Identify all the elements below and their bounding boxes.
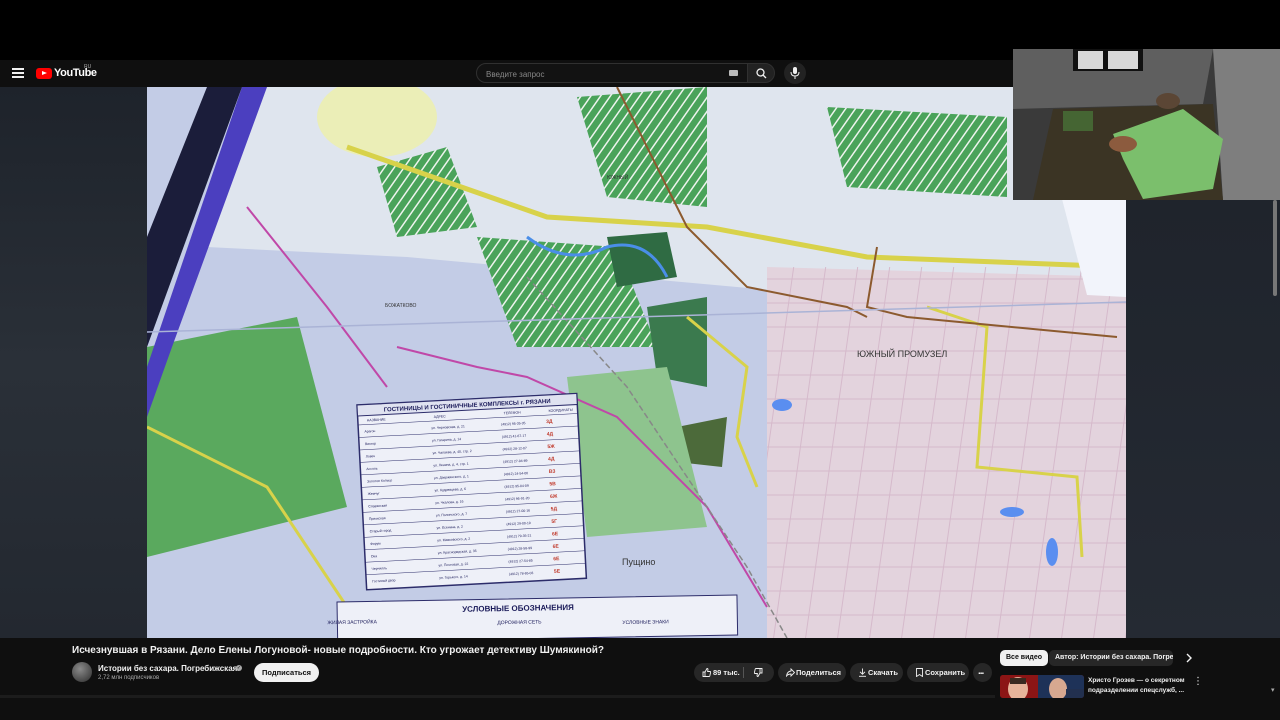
video-title: Исчезнувшая в Рязани. Дело Елены Логунов… (72, 645, 604, 656)
chip-all-videos[interactable]: Все видео (1000, 650, 1049, 666)
hotel-table-cell: 5Г (551, 519, 557, 525)
dislike-button[interactable] (744, 663, 774, 682)
logo-region: RU (84, 64, 92, 70)
hotel-table-cell: 4Д (547, 431, 554, 437)
keyboard-icon[interactable] (729, 70, 738, 76)
map-label-yuzhny: ЮЖНЫЙ (607, 173, 629, 181)
search-button[interactable] (747, 63, 775, 83)
thumbs-up-icon (702, 668, 711, 677)
chip-author[interactable]: Автор: Истории без сахара. Погребижская. (1049, 650, 1173, 666)
youtube-play-icon (36, 67, 52, 79)
search-box (476, 63, 748, 84)
voice-search-button[interactable] (784, 62, 806, 84)
hotel-table-cell: Ассоль (366, 466, 378, 471)
search-icon (756, 68, 767, 79)
chevron-right-icon[interactable] (1183, 652, 1195, 664)
channel-name[interactable]: Истории без сахара. Погребижская. (98, 664, 240, 673)
hotel-table-cell: 4Д (548, 456, 555, 462)
save-playlist-icon (916, 668, 923, 677)
download-button[interactable]: Скачать (850, 663, 903, 682)
legend-b: ДОРОЖНАЯ СЕТЬ (497, 619, 542, 626)
thumbs-down-icon (754, 668, 763, 677)
hotel-table-cell: 6Е (552, 531, 559, 537)
hotel-table-header: АДРЕС (434, 414, 447, 419)
hotel-table-cell: 6Е (553, 556, 560, 562)
download-icon (859, 668, 866, 677)
recommendation-title[interactable]: Христо Грозев — о секретном подразделени… (1088, 676, 1190, 696)
recommendation-title-line2: подразделении спецслужб, ... (1088, 687, 1185, 694)
subscribe-button[interactable]: Подписаться (254, 663, 320, 682)
share-icon (786, 668, 795, 677)
hotel-table-cell: Ока (371, 554, 377, 558)
hotel-table-cell: 6Ж (550, 494, 558, 500)
recommendation-title-line1: Христо Грозев — о секретном (1088, 677, 1185, 684)
resize-handle-icon: ▾ (1271, 687, 1275, 694)
left-background (0, 87, 147, 638)
map-label-south-industrial: ЮЖНЫЙ ПРОМУЗЕЛ (857, 348, 947, 359)
hotel-table-cell: 3Д (546, 419, 553, 425)
video-player[interactable]: ГОСТИНИЦЫ И ГОСТИНИЧНЫЕ КОМПЛЕКСЫ г. РЯЗ… (147, 87, 1126, 638)
verified-icon: ✓ (236, 665, 242, 671)
map-label-pushchino: Пущино (622, 557, 655, 567)
menu-icon[interactable] (12, 68, 24, 78)
hotel-table-cell: 5Д (551, 506, 558, 512)
page-scrollbar[interactable] (1273, 200, 1277, 296)
share-button[interactable]: Поделиться (778, 663, 846, 682)
progress-track[interactable] (0, 695, 995, 698)
hotel-table-cell: 5Ж (547, 444, 555, 450)
video-info-bar: Исчезнувшая в Рязани. Дело Елены Логунов… (0, 638, 1280, 720)
map-image: ГОСТИНИЦЫ И ГОСТИНИЧНЫЕ КОМПЛЕКСЫ г. РЯЗ… (147, 87, 1126, 638)
save-label: Сохранить (925, 668, 966, 677)
hotel-table-cell: Арагон (364, 429, 375, 434)
hotel-table-cell: Вектор (365, 442, 376, 447)
kebab-menu-icon[interactable]: ⋮ (1193, 676, 1203, 688)
search-input[interactable] (477, 65, 717, 84)
more-icon: ... (978, 666, 984, 677)
save-button[interactable]: Сохранить (907, 663, 969, 682)
recommendation-thumbnail[interactable] (1000, 675, 1084, 698)
subscriber-count: 2,72 млн подписчиков (98, 675, 160, 681)
hotel-table: ГОСТИНИЦЫ И ГОСТИНИЧНЫЕ КОМПЛЕКСЫ г. РЯЗ… (356, 392, 588, 591)
like-button[interactable]: 89 тыс. (694, 663, 742, 682)
share-label: Поделиться (796, 668, 842, 677)
right-background (1126, 200, 1280, 638)
microphone-icon (790, 67, 800, 79)
hotel-table-cell: Ловеч (366, 454, 376, 458)
legend-c: УСЛОВНЫЕ ЗНАКИ (622, 619, 669, 626)
hotel-table-cell: Черчилль (371, 566, 387, 571)
thumbnail-image (1000, 675, 1084, 698)
hotel-table-cell: 6Е (553, 544, 560, 550)
hotel-table-cell: Жемчуг (368, 491, 381, 496)
hotel-table-cell: 5Е (554, 569, 561, 575)
like-dislike-group: 89 тыс. (694, 663, 774, 682)
more-actions-button[interactable]: ... (973, 663, 992, 682)
channel-avatar[interactable] (72, 662, 92, 682)
legend-box: УСЛОВНЫЕ ОБОЗНАЧЕНИЯ ЖИЛАЯ ЗАСТРОЙКА ДОР… (327, 594, 739, 638)
map-label-bozhatkovo: БОЖАТКОВО (385, 303, 417, 309)
pip-image (1013, 49, 1280, 200)
hotel-table-cell: ВЗ (549, 469, 556, 475)
like-count: 89 тыс. (713, 668, 740, 677)
hotel-table-cell: Форум (370, 541, 381, 546)
hotel-table-cell: 5В (549, 481, 556, 487)
download-label: Скачать (868, 668, 898, 677)
picture-in-picture[interactable] (1013, 49, 1280, 200)
